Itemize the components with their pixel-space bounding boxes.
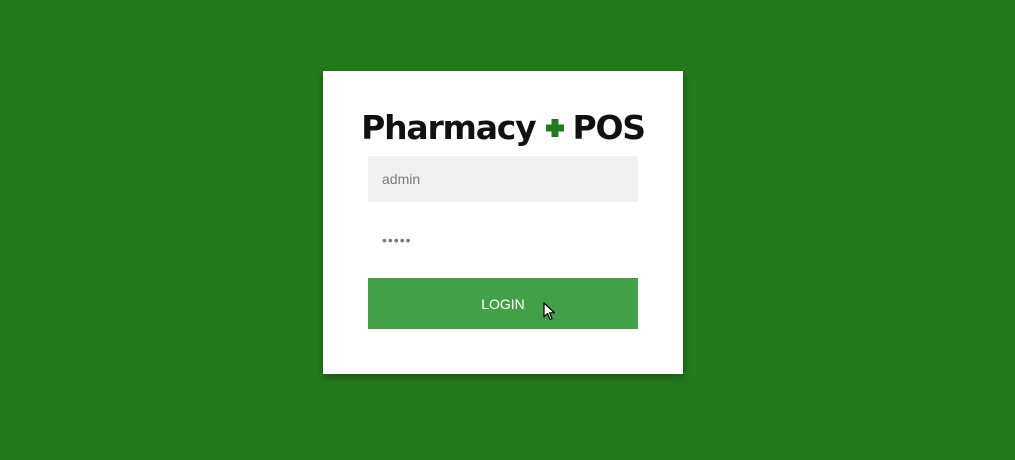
login-button-label: LOGIN xyxy=(481,295,525,312)
login-card: Pharmacy POS ••••• LOGIN xyxy=(323,71,683,374)
logo-text-pos: POS xyxy=(572,107,646,147)
logo-text-pharmacy: Pharmacy xyxy=(361,107,537,147)
password-masked-value: ••••• xyxy=(382,232,412,248)
login-button[interactable]: LOGIN xyxy=(368,278,638,329)
username-input[interactable] xyxy=(368,156,638,202)
pharmacy-pos-logo: Pharmacy POS xyxy=(323,107,683,147)
mouse-pointer-icon xyxy=(543,302,557,322)
medical-cross-icon xyxy=(545,118,565,138)
password-input[interactable]: ••••• xyxy=(368,217,638,263)
